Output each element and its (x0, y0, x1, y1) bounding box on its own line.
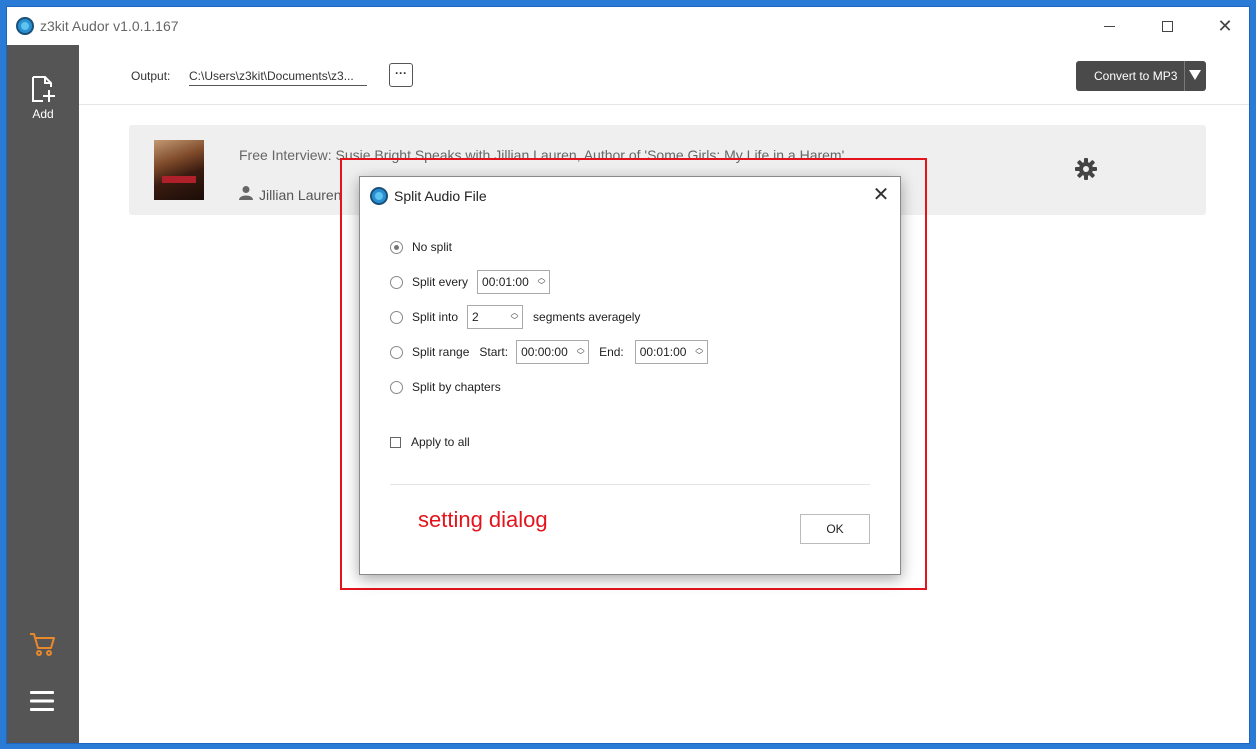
radio-split-into[interactable] (390, 310, 403, 324)
close-window-button[interactable]: ✕ (1202, 7, 1248, 45)
range-end-input[interactable]: 00:01:00 ︿ ﹀ (634, 340, 708, 364)
option-label: Split into (412, 310, 459, 324)
hamburger-menu-icon (30, 691, 54, 711)
apply-to-all-checkbox[interactable] (390, 436, 401, 448)
option-split-chapters[interactable]: Split by chapters (390, 376, 501, 398)
range-start-input[interactable]: 00:00:00 ︿ ﹀ (516, 340, 590, 364)
split-audio-dialog: Split Audio File ✕ No split Split every … (359, 176, 901, 575)
gear-icon (1075, 158, 1097, 180)
window-title: z3kit Audor v1.0.1.167 (40, 18, 179, 34)
menu-button[interactable] (29, 689, 55, 718)
spin-arrows-icon[interactable]: ︿ ﹀ (537, 274, 546, 290)
minimize-button[interactable] (1086, 7, 1132, 45)
annotation-label: setting dialog (418, 507, 548, 532)
radio-no-split[interactable] (390, 240, 403, 254)
ok-button[interactable]: OK (800, 514, 870, 544)
minimize-icon (1103, 25, 1115, 27)
cover-image (154, 140, 204, 200)
output-path-field[interactable]: C:\Users\z3kit\Documents\z3... (189, 69, 367, 86)
spin-arrows-icon[interactable]: ︿ ﹀ (695, 344, 704, 360)
format-dropdown-icon[interactable] (1189, 70, 1201, 80)
file-author: Jillian Lauren (259, 187, 342, 203)
start-label: Start: (479, 345, 509, 359)
option-label: No split (412, 240, 453, 254)
browse-output-button[interactable]: ··· (389, 63, 413, 87)
add-label: Add (32, 107, 54, 121)
dialog-close-button[interactable]: ✕ (868, 183, 894, 209)
add-file-icon (32, 76, 55, 102)
author-icon (239, 186, 253, 200)
maximize-icon (1161, 20, 1173, 32)
dialog-separator (390, 484, 870, 485)
maximize-button[interactable] (1144, 7, 1190, 45)
option-split-every[interactable]: Split every 00:01:00 ︿ ﹀ (390, 270, 551, 294)
title-bar: z3kit Audor v1.0.1.167 ✕ (7, 7, 1249, 45)
spin-arrows-icon[interactable]: ︿ ﹀ (510, 309, 519, 325)
dialog-title: Split Audio File (394, 188, 487, 204)
convert-label: Convert to MP3 (1094, 69, 1178, 83)
convert-divider (1184, 61, 1185, 91)
apply-to-all-option[interactable]: Apply to all (390, 431, 470, 453)
end-label: End: (599, 345, 624, 359)
option-split-range[interactable]: Split range Start: 00:00:00 ︿ ﹀ End: 00:0… (390, 340, 708, 364)
option-label: Split every (412, 275, 469, 289)
dialog-logo-icon (370, 187, 388, 205)
output-toolbar: Output: C:\Users\z3kit\Documents\z3... ·… (79, 45, 1249, 105)
cart-icon (30, 633, 55, 656)
range-start-value: 00:00:00 (521, 345, 568, 359)
sidebar: Add (7, 45, 79, 743)
option-label: Split range (412, 345, 470, 359)
radio-split-range[interactable] (390, 345, 403, 359)
convert-button[interactable]: Convert to MP3 (1076, 61, 1206, 91)
settings-button[interactable] (1075, 158, 1097, 185)
app-logo-icon (16, 17, 34, 35)
cart-button[interactable] (29, 631, 57, 662)
output-label: Output: (131, 69, 171, 83)
apply-to-all-label: Apply to all (411, 435, 470, 449)
option-split-into[interactable]: Split into 2 ︿ ﹀ segments averagely (390, 305, 641, 329)
split-into-value: 2 (472, 310, 479, 324)
radio-split-chapters[interactable] (390, 380, 403, 394)
segments-suffix: segments averagely (533, 310, 641, 324)
close-icon: ✕ (872, 184, 890, 206)
split-every-time-input[interactable]: 00:01:00 ︿ ﹀ (477, 270, 551, 294)
spin-arrows-icon[interactable]: ︿ ﹀ (576, 344, 585, 360)
radio-split-every[interactable] (390, 275, 403, 289)
split-every-value: 00:01:00 (482, 275, 529, 289)
option-no-split[interactable]: No split (390, 236, 452, 258)
option-label: Split by chapters (412, 380, 501, 394)
range-end-value: 00:01:00 (639, 345, 687, 359)
add-button[interactable]: Add (7, 75, 79, 135)
split-into-count-input[interactable]: 2 ︿ ﹀ (467, 305, 524, 329)
close-icon: ✕ (1217, 16, 1233, 36)
